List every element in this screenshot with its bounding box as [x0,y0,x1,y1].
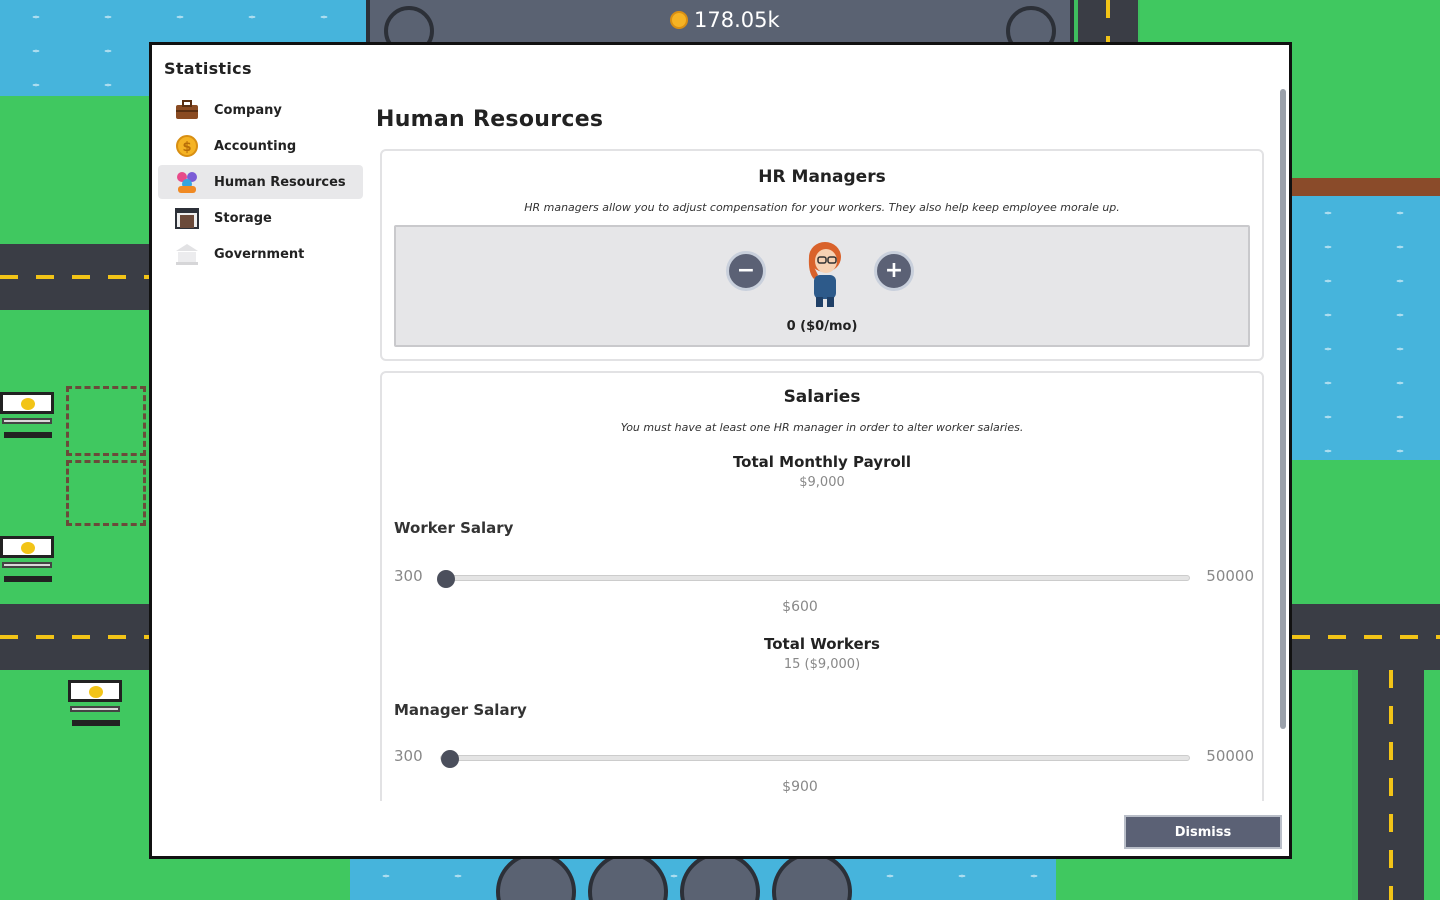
slider-thumb[interactable] [441,750,460,768]
grass-area [1424,670,1440,900]
road [0,244,150,310]
slider-min: 300 [394,567,423,585]
grass-area [1292,670,1352,900]
dialog-title: Statistics [164,59,252,78]
lemon-icon [89,686,103,698]
hr-managers-card: HR Managers HR managers allow you to adj… [380,149,1264,361]
lemonade-stand[interactable] [68,680,126,730]
statistics-dialog: Statistics Company $ Accounting Human Re… [149,42,1292,859]
capitol-icon [174,242,200,266]
payroll-value: $9,000 [799,475,845,490]
warehouse-icon [174,206,200,230]
road [1358,670,1424,900]
coin-icon [670,11,688,29]
sidebar-item-human-resources[interactable]: Human Resources [158,165,363,199]
salaries-title: Salaries [783,387,861,407]
storage-building[interactable] [66,386,146,456]
slider-max: 50000 [1206,567,1254,585]
storage-building[interactable] [66,460,146,526]
road [1292,604,1440,670]
sidebar-item-company[interactable]: Company [158,93,363,127]
salaries-card: Salaries You must have at least one HR m… [380,371,1264,801]
slider-track[interactable] [440,750,1190,768]
worker-salary-label: Worker Salary [394,519,514,537]
dismiss-button[interactable]: Dismiss [1124,815,1282,849]
people-icon [174,170,200,194]
total-workers-label: Total Workers [764,635,880,653]
slider-min: 300 [394,747,423,765]
statistics-sidebar: Company $ Accounting Human Resources Sto… [158,93,363,273]
money-value: 178.05k [694,8,780,32]
sidebar-item-label: Storage [214,210,272,226]
slider-track[interactable] [436,570,1190,588]
plus-icon: + [884,258,904,283]
sidebar-item-label: Company [214,102,282,118]
grass-area [1292,44,1440,178]
minus-icon: − [736,258,756,283]
salaries-description: You must have at least one HR manager in… [620,421,1024,434]
hr-manager-stepper: − + 0 ($0/mo) [394,225,1250,347]
remove-manager-button[interactable]: − [726,251,766,291]
sidebar-item-government[interactable]: Government [158,237,363,271]
manager-salary-label: Manager Salary [394,701,527,719]
grass-area [0,96,150,244]
lemonade-stand[interactable] [0,536,58,586]
manager-avatar-icon [800,239,850,309]
lemonade-stand[interactable] [0,392,58,442]
road [1078,0,1138,44]
hr-managers-description: HR managers allow you to adjust compensa… [524,201,1120,214]
sidebar-item-accounting[interactable]: $ Accounting [158,129,363,163]
grass-area [1292,460,1440,604]
hr-manager-count: 0 ($0/mo) [786,319,858,334]
hr-content-panel: Human Resources HR Managers HR managers … [374,93,1264,801]
worker-salary-slider[interactable]: 300 50000 [394,567,1254,588]
road [0,604,150,670]
coin-icon: $ [174,134,200,158]
lemon-icon [21,542,35,554]
grass-area [1140,0,1440,44]
total-workers-value: 15 ($9,000) [783,657,861,672]
payroll-label: Total Monthly Payroll [732,453,912,471]
add-manager-button[interactable]: + [874,251,914,291]
grass-area [1056,859,1292,900]
slider-max: 50000 [1206,747,1254,765]
lemon-icon [21,398,35,410]
slider-thumb[interactable] [436,570,455,588]
money-readout: 178.05k [670,8,780,32]
svg-text:$: $ [182,140,191,155]
sidebar-item-label: Accounting [214,138,297,154]
manager-salary-value: $900 [782,779,818,795]
briefcase-icon [174,98,200,122]
sidebar-item-label: Human Resources [214,174,346,190]
manager-salary-slider[interactable]: 300 50000 [394,747,1254,768]
water-area [1292,196,1440,460]
worker-salary-value: $600 [782,599,818,615]
hr-managers-title: HR Managers [758,167,886,187]
sidebar-item-label: Government [214,246,305,262]
grass-area [150,859,350,900]
shoreline [1292,178,1440,196]
section-title: Human Resources [376,107,604,132]
content-scrollbar[interactable] [1280,89,1286,729]
sidebar-item-storage[interactable]: Storage [158,201,363,235]
